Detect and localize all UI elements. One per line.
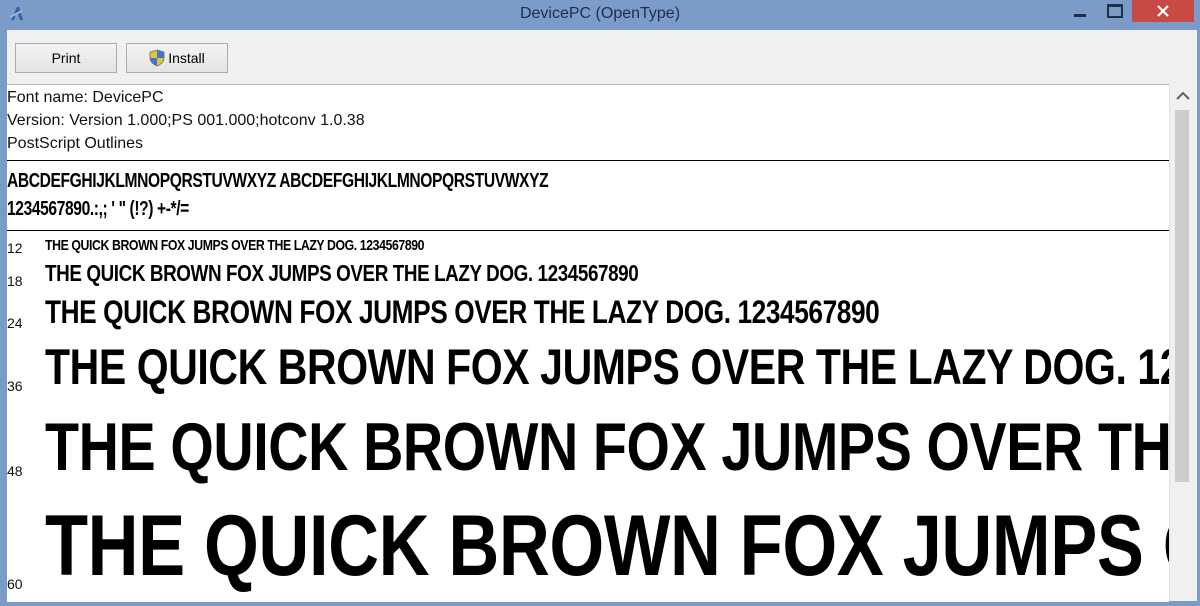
sample-size-label: 60 xyxy=(7,576,23,592)
scrollbar-thumb[interactable] xyxy=(1175,110,1189,482)
close-button[interactable] xyxy=(1132,0,1194,22)
maximize-icon xyxy=(1107,4,1123,18)
print-button-label: Print xyxy=(51,50,81,66)
sample-size-label: 18 xyxy=(7,273,23,289)
install-button[interactable]: Install xyxy=(126,43,228,73)
sample-row-12: 12 THE QUICK BROWN FOX JUMPS OVER THE LA… xyxy=(7,235,1169,259)
sample-row-48: 48 THE QUICK BROWN FOX JUMPS OVER THE LA… xyxy=(7,407,1169,497)
print-button[interactable]: Print xyxy=(15,43,117,73)
sample-row-18: 18 THE QUICK BROWN FOX JUMPS OVER THE LA… xyxy=(7,260,1169,294)
sample-text: THE QUICK BROWN FOX JUMPS OVER THE LAZY … xyxy=(45,260,639,286)
minimize-button[interactable] xyxy=(1060,0,1100,22)
sample-size-label: 48 xyxy=(7,463,23,479)
sample-size-label: 36 xyxy=(7,378,23,394)
close-icon xyxy=(1157,5,1169,17)
separator-line xyxy=(7,160,1169,161)
font-version-line: Version: Version 1.000;PS 001.000;hotcon… xyxy=(7,112,365,129)
sample-text: THE QUICK BROWN FOX JUMPS OVER THE LAZY … xyxy=(45,294,880,330)
sample-size-label: 24 xyxy=(7,315,23,331)
separator-line xyxy=(7,230,1169,231)
window-client-area: Print Install Font name: DevicePC Versio… xyxy=(7,30,1197,602)
sample-text: THE QUICK BROWN FOX JUMPS OVER THE L xyxy=(45,498,1169,594)
font-preview-pane[interactable]: Font name: DevicePC Version: Version 1.0… xyxy=(7,84,1169,602)
window-title: DevicePC (OpenType) xyxy=(519,5,681,22)
charset-digits-symbols: 1234567890.:,; ' " (!?) +-*/= xyxy=(7,198,189,220)
sample-text: THE QUICK BROWN FOX JUMPS OVER THE LAZY … xyxy=(45,237,425,254)
sample-text: THE QUICK BROWN FOX JUMPS OVER THE LAZY … xyxy=(45,339,1169,395)
sample-size-label: 12 xyxy=(7,240,23,256)
sample-row-36: 36 THE QUICK BROWN FOX JUMPS OVER THE LA… xyxy=(7,335,1169,403)
install-button-label: Install xyxy=(168,50,205,66)
scroll-up-arrow-icon[interactable] xyxy=(1176,92,1190,100)
sample-row-60: 60 THE QUICK BROWN FOX JUMPS OVER THE L xyxy=(7,497,1169,602)
uac-shield-icon xyxy=(149,49,165,67)
vertical-scrollbar[interactable] xyxy=(1169,84,1197,601)
sample-text: THE QUICK BROWN FOX JUMPS OVER THE LAZY … xyxy=(45,409,1169,485)
toolbar: Print Install xyxy=(7,30,1197,84)
title-bar[interactable]: DevicePC (OpenType) xyxy=(0,0,1200,30)
sample-row-24: 24 THE QUICK BROWN FOX JUMPS OVER THE LA… xyxy=(7,292,1169,337)
minimize-icon xyxy=(1074,13,1086,17)
font-outline-type-line: PostScript Outlines xyxy=(7,135,144,152)
charset-letters: ABCDEFGHIJKLMNOPQRSTUVWXYZ ABCDEFGHIJKLM… xyxy=(7,170,549,192)
maximize-button[interactable] xyxy=(1100,0,1130,22)
font-name-line: Font name: DevicePC xyxy=(7,89,164,106)
